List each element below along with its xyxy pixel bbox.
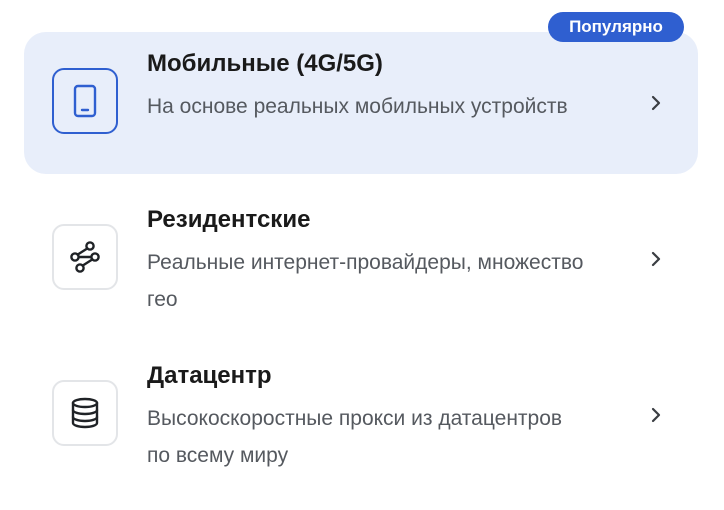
option-title: Мобильные (4G/5G) [147,50,383,77]
option-residential[interactable]: Резидентские Реальные интернет-провайдер… [24,188,698,330]
smartphone-icon [52,68,118,134]
option-description: Высокоскоростные прокси из датацентров п… [147,407,563,467]
option-title: Датацентр [147,362,272,389]
option-description: На основе реальных мобильных устройств [147,95,568,118]
database-icon [52,380,118,446]
option-description: Реальные интернет-провайдеры, множество … [147,251,584,311]
chevron-right-icon [646,403,666,427]
chevron-right-icon [646,91,666,115]
chevron-right-icon [646,247,666,271]
option-title: Резидентские [147,206,311,233]
option-mobile[interactable]: Мобильные (4G/5G) На основе реальных моб… [24,32,698,174]
option-datacenter[interactable]: Датацентр Высокоскоростные прокси из дат… [24,344,698,486]
network-nodes-icon [52,224,118,290]
proxy-type-list: Мобильные (4G/5G) На основе реальных моб… [0,0,724,510]
popular-badge: Популярно [548,12,684,42]
